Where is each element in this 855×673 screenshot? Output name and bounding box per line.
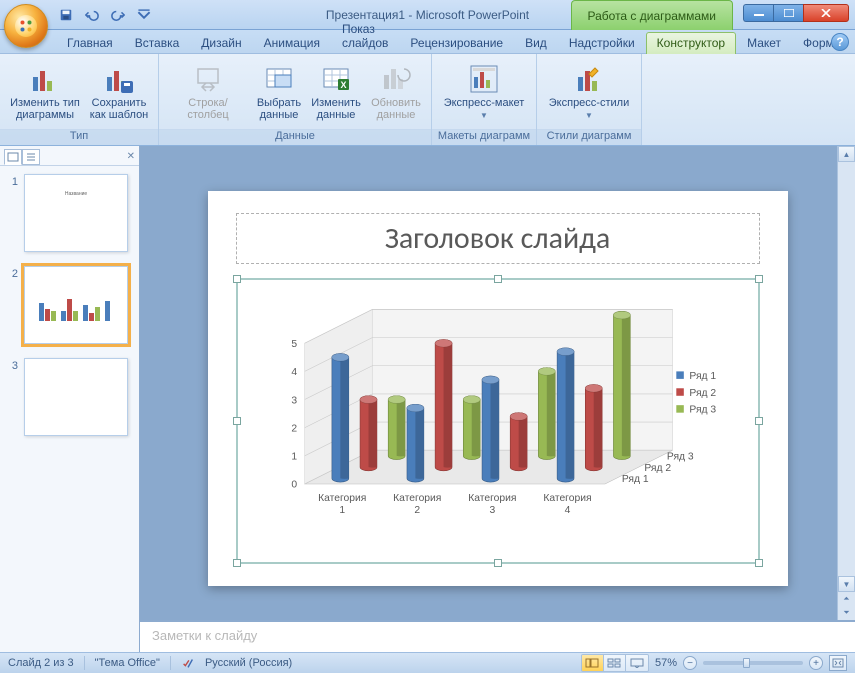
office-button[interactable] — [4, 4, 48, 48]
slide-title-placeholder[interactable]: Заголовок слайда — [236, 213, 760, 264]
minimize-button[interactable] — [743, 4, 773, 22]
change-chart-type-icon — [29, 63, 61, 95]
tab-chart-design[interactable]: Конструктор — [646, 32, 736, 54]
svg-text:X: X — [340, 80, 346, 90]
svg-text:Категория: Категория — [393, 492, 441, 503]
tab-animation[interactable]: Анимация — [253, 32, 331, 54]
zoom-value[interactable]: 57% — [655, 657, 677, 669]
refresh-data-button[interactable]: Обновить данные — [367, 58, 425, 126]
svg-text:3: 3 — [489, 505, 495, 516]
svg-text:4: 4 — [291, 367, 297, 378]
qat-customize-button[interactable] — [134, 5, 154, 25]
slide-number: 3 — [6, 358, 18, 436]
quick-layout-button[interactable]: Экспресс-макет ▼ — [438, 58, 530, 126]
slideshow-view-button[interactable] — [626, 655, 648, 671]
svg-text:Ряд 1: Ряд 1 — [621, 474, 648, 485]
chart-placeholder[interactable]: 0 1 2 3 4 5 Категория 1 Категория 2 Категория 3 Кате… — [236, 278, 760, 564]
tab-review[interactable]: Рецензирование — [399, 32, 514, 54]
tab-view[interactable]: Вид — [514, 32, 558, 54]
zoom-slider[interactable] — [703, 661, 803, 665]
svg-text:3: 3 — [291, 395, 297, 406]
qat-undo-button[interactable] — [82, 5, 102, 25]
svg-text:1: 1 — [339, 505, 345, 516]
edit-data-icon: X — [320, 63, 352, 95]
group-title-chart-layouts: Макеты диаграмм — [432, 129, 536, 145]
zoom-out-button[interactable]: − — [683, 656, 697, 670]
status-theme: "Тема Office" — [95, 657, 160, 669]
svg-text:4: 4 — [564, 505, 570, 516]
qat-redo-button[interactable] — [108, 5, 128, 25]
tab-home[interactable]: Главная — [56, 32, 124, 54]
tab-insert[interactable]: Вставка — [124, 32, 191, 54]
svg-text:2: 2 — [291, 423, 297, 434]
svg-text:Ряд 1: Ряд 1 — [689, 370, 716, 381]
group-title-chart-styles: Стили диаграмм — [537, 129, 641, 145]
svg-text:2: 2 — [414, 505, 420, 516]
fit-to-window-button[interactable] — [829, 655, 847, 671]
outline-view-tab[interactable] — [22, 149, 40, 165]
zoom-in-button[interactable]: + — [809, 656, 823, 670]
normal-view-button[interactable] — [582, 655, 604, 671]
quick-styles-icon — [573, 63, 605, 95]
next-slide-button[interactable]: ⏷ — [838, 606, 855, 620]
svg-text:Ряд 3: Ряд 3 — [689, 404, 716, 415]
quick-layout-icon — [468, 63, 500, 95]
sorter-view-button[interactable] — [604, 655, 626, 671]
slide-canvas[interactable]: Заголовок слайда 0 1 2 3 4 5 Категория 1 Категор… — [208, 191, 788, 586]
save-template-icon — [103, 63, 135, 95]
status-language[interactable]: Русский (Россия) — [205, 657, 292, 669]
scroll-up-button[interactable]: ▲ — [838, 146, 855, 162]
svg-text:1: 1 — [291, 451, 297, 462]
tab-design[interactable]: Дизайн — [190, 32, 252, 54]
office-orb-icon — [15, 15, 37, 37]
slides-panel: ✕ 1 Название 2 3 — [0, 146, 140, 652]
tab-addins[interactable]: Надстройки — [558, 32, 646, 54]
tab-slideshow[interactable]: Показ слайдов — [331, 18, 399, 54]
switch-row-column-button[interactable]: Строка/столбец — [165, 58, 251, 126]
slide-thumbnail-1[interactable]: Название — [24, 174, 128, 252]
group-title-data: Данные — [159, 129, 431, 145]
select-data-icon — [263, 63, 295, 95]
group-title-type: Тип — [0, 129, 158, 145]
select-data-button[interactable]: Выбрать данные — [253, 58, 305, 126]
close-pane-button[interactable]: ✕ — [127, 151, 135, 162]
status-slide-counter: Слайд 2 из 3 — [8, 657, 74, 669]
svg-text:Категория: Категория — [543, 492, 591, 503]
edit-data-button[interactable]: X Изменить данные — [307, 58, 365, 126]
svg-text:5: 5 — [291, 338, 297, 349]
chevron-down-icon: ▼ — [480, 111, 488, 120]
chart-3d-cylinder[interactable]: 0 1 2 3 4 5 Категория 1 Категория 2 Категория 3 Кате… — [254, 290, 742, 556]
slide-thumbnail-3[interactable] — [24, 358, 128, 436]
maximize-button[interactable] — [773, 4, 803, 22]
slide-thumbnail-2[interactable] — [24, 266, 128, 344]
change-chart-type-button[interactable]: Изменить тип диаграммы — [6, 58, 84, 126]
vertical-scrollbar[interactable]: ▲ ▼ ⏶ ⏷ — [837, 146, 855, 620]
tab-chart-layout[interactable]: Макет — [736, 32, 792, 54]
help-button[interactable]: ? — [831, 33, 849, 51]
quick-styles-button[interactable]: Экспресс-стили ▼ — [543, 58, 635, 126]
switch-row-col-icon — [192, 63, 224, 95]
svg-text:Категория: Категория — [468, 492, 516, 503]
slide-number: 1 — [6, 174, 18, 252]
refresh-data-icon — [380, 63, 412, 95]
notes-pane[interactable]: Заметки к слайду — [140, 620, 855, 652]
svg-text:Ряд 2: Ряд 2 — [644, 462, 671, 473]
close-button[interactable] — [803, 4, 849, 22]
chevron-down-icon: ▼ — [585, 111, 593, 120]
svg-text:Категория: Категория — [318, 492, 366, 503]
qat-save-button[interactable] — [56, 5, 76, 25]
chart-tools-context-title: Работа с диаграммами — [571, 0, 734, 30]
spell-check-icon — [181, 656, 195, 670]
slides-view-tab[interactable] — [4, 149, 22, 165]
svg-text:Ряд 3: Ряд 3 — [666, 451, 693, 462]
scroll-down-button[interactable]: ▼ — [838, 576, 855, 592]
slide-number: 2 — [6, 266, 18, 344]
svg-text:Ряд 2: Ряд 2 — [689, 387, 716, 398]
prev-slide-button[interactable]: ⏶ — [838, 592, 855, 606]
save-as-template-button[interactable]: Сохранить как шаблон — [86, 58, 152, 126]
svg-text:0: 0 — [291, 479, 297, 490]
